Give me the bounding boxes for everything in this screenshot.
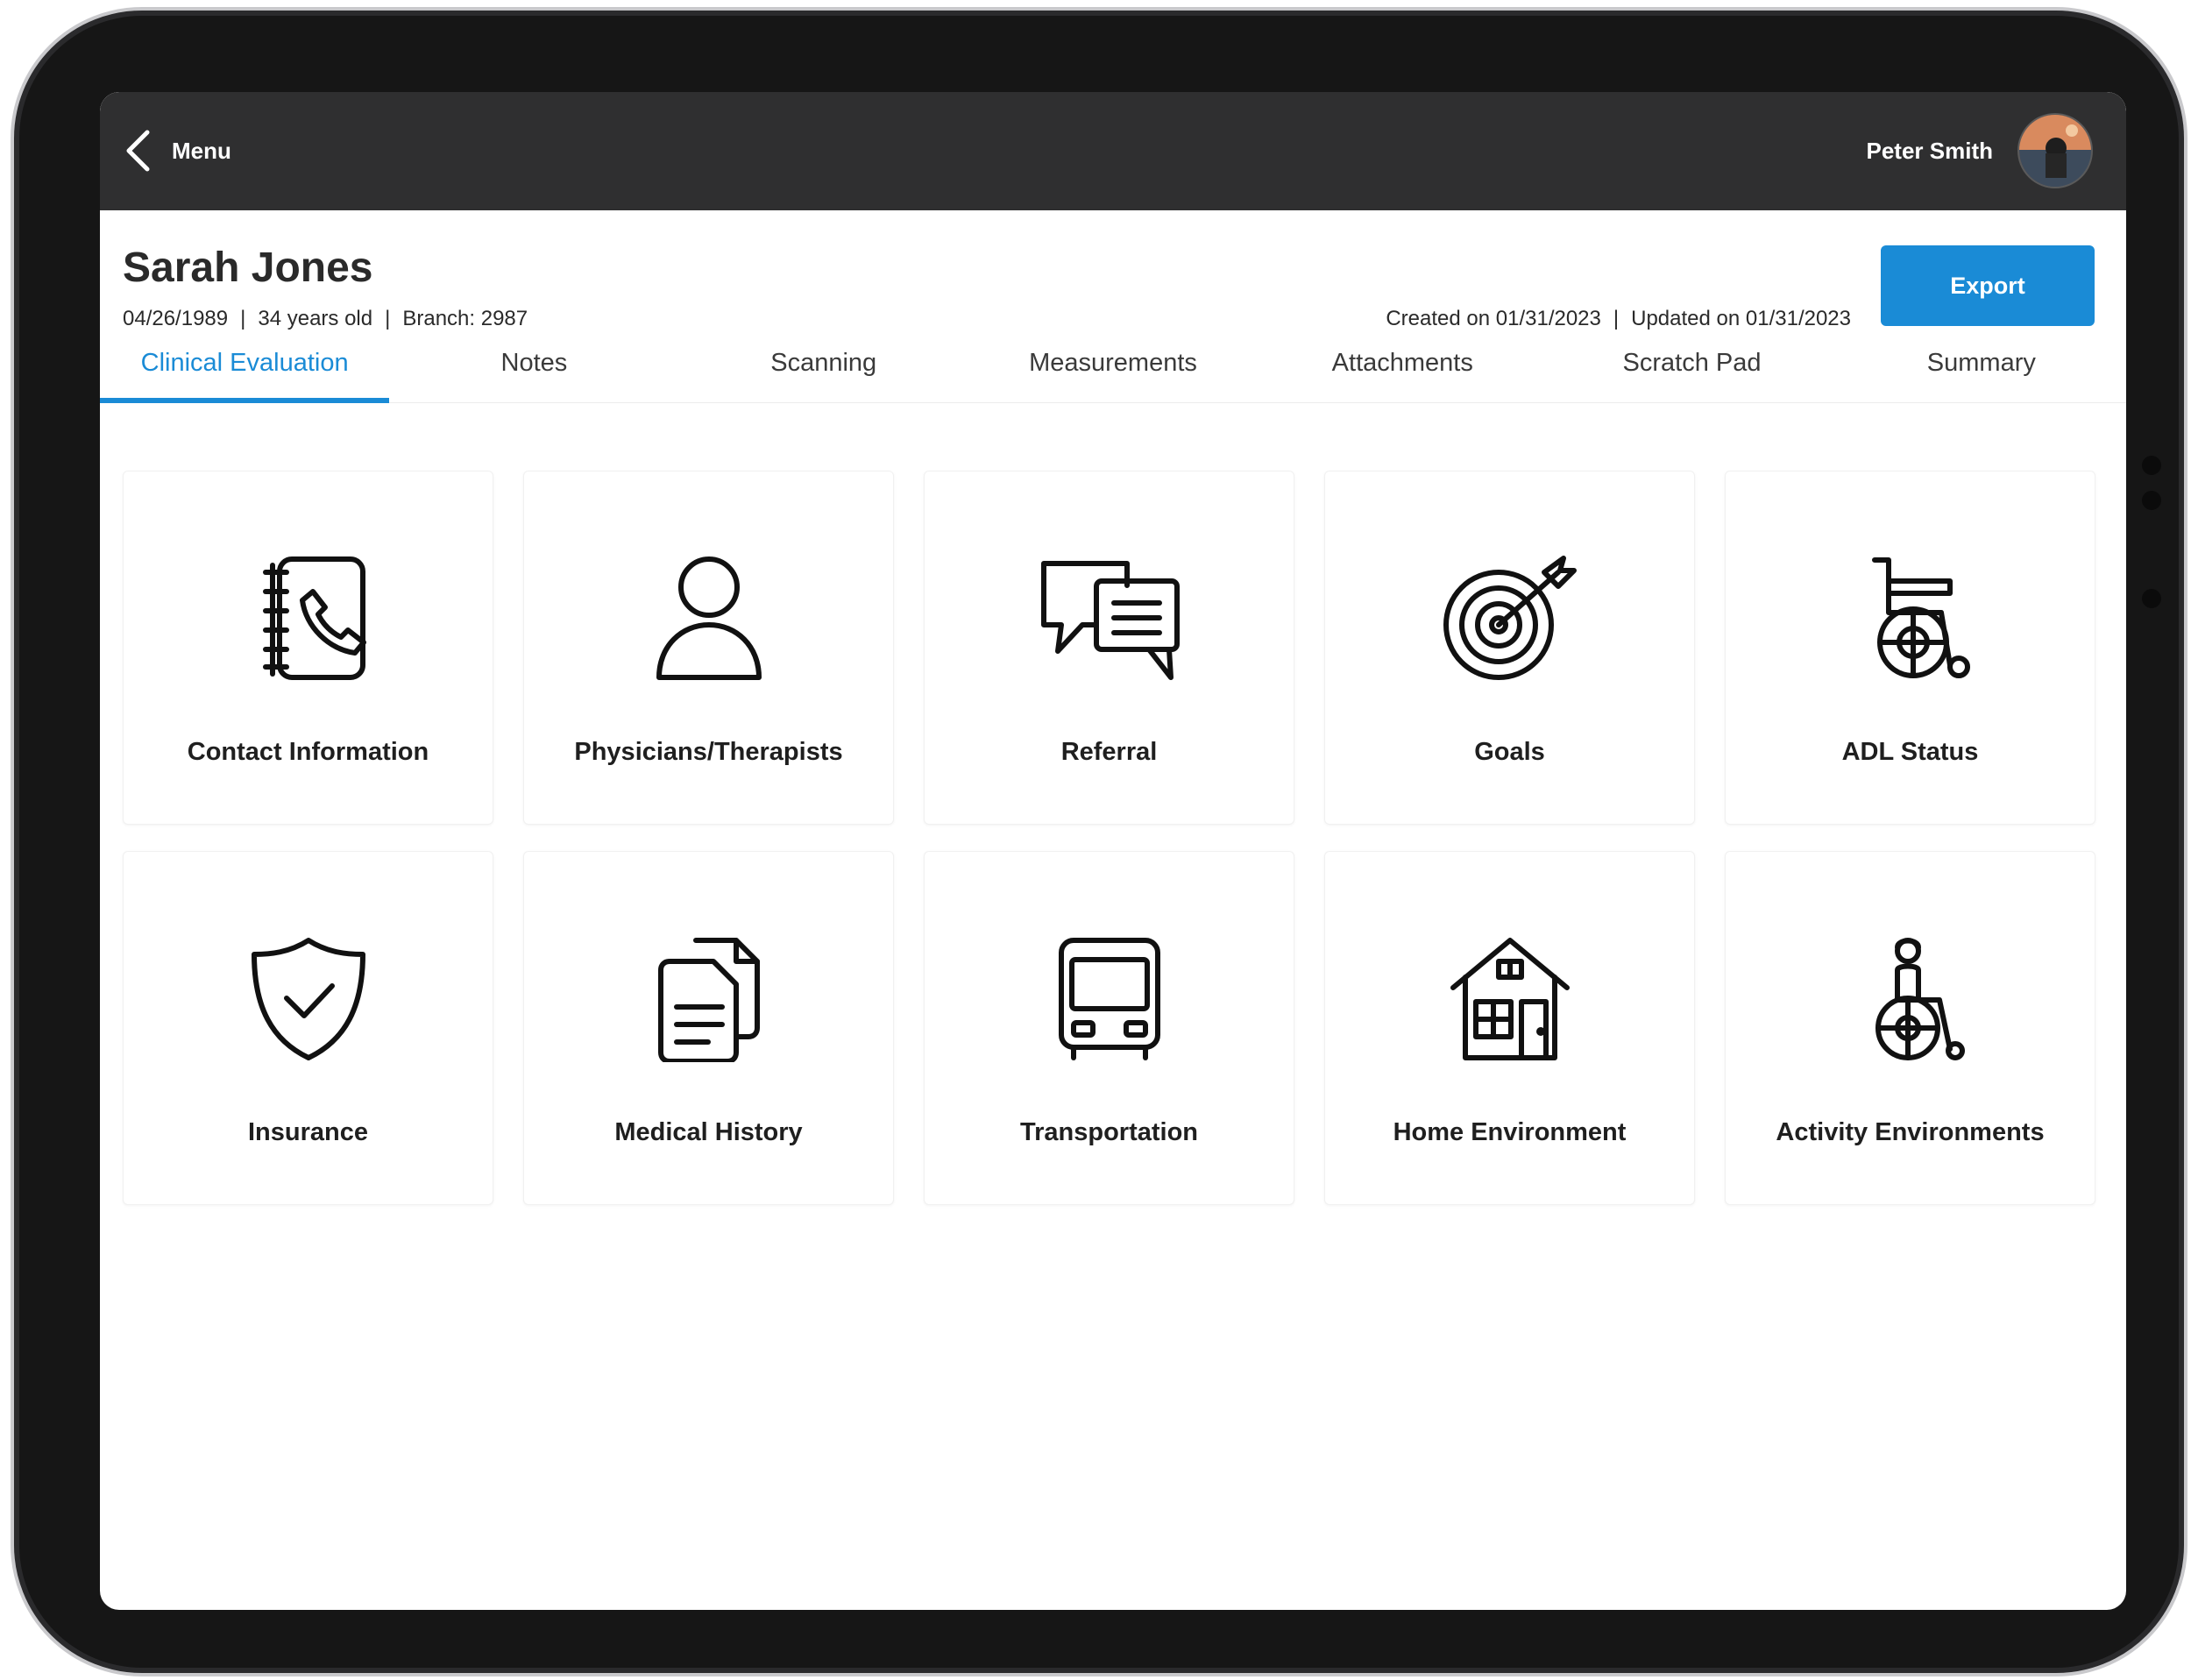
- person-icon: [630, 552, 788, 684]
- card-transportation[interactable]: Transportation: [924, 851, 1294, 1205]
- card-label: Referral: [1060, 738, 1158, 766]
- documents-icon: [630, 932, 788, 1064]
- card-label: Home Environment: [1393, 1118, 1627, 1146]
- tab-scanning[interactable]: Scanning: [679, 323, 968, 402]
- card-insurance[interactable]: Insurance: [123, 851, 493, 1205]
- patient-name: Sarah Jones: [123, 245, 373, 291]
- card-label: ADL Status: [1841, 738, 1979, 766]
- tab-measurements[interactable]: Measurements: [968, 323, 1258, 402]
- card-label: Medical History: [614, 1118, 803, 1146]
- card-activity-environments[interactable]: Activity Environments: [1725, 851, 2095, 1205]
- card-label: Contact Information: [187, 738, 429, 766]
- target-icon: [1431, 552, 1589, 684]
- app-screen: Menu Peter Smith Sarah Jones 04/26/1989 …: [100, 92, 2126, 1610]
- user-name: Peter Smith: [1866, 137, 1994, 164]
- wheelchair-icon: [1832, 552, 1989, 684]
- card-label: Insurance: [248, 1118, 368, 1146]
- shield-check-icon: [230, 932, 387, 1064]
- house-icon: [1431, 932, 1589, 1064]
- card-physicians-therapists[interactable]: Physicians/Therapists: [523, 471, 894, 825]
- card-label: Transportation: [1019, 1118, 1198, 1146]
- tablet-frame: Menu Peter Smith Sarah Jones 04/26/1989 …: [11, 7, 2187, 1676]
- bus-icon: [1031, 932, 1188, 1064]
- chevron-left-icon: [119, 122, 156, 180]
- menu-label: Menu: [172, 137, 231, 164]
- card-adl-status[interactable]: ADL Status: [1725, 471, 2095, 825]
- card-goals[interactable]: Goals: [1324, 471, 1695, 825]
- tab-notes[interactable]: Notes: [389, 323, 678, 402]
- tab-attachments[interactable]: Attachments: [1258, 323, 1547, 402]
- tab-clinical-evaluation[interactable]: Clinical Evaluation: [100, 323, 390, 403]
- evaluation-grid: Contact Information Physicians/Therapist…: [123, 471, 2095, 1205]
- card-medical-history[interactable]: Medical History: [523, 851, 894, 1205]
- chat-bubbles-icon: [1031, 552, 1188, 684]
- contact-book-icon: [230, 552, 387, 684]
- card-contact-information[interactable]: Contact Information: [123, 471, 493, 825]
- avatar[interactable]: [2017, 113, 2093, 188]
- user-profile[interactable]: Peter Smith: [1866, 113, 2093, 188]
- card-home-environment[interactable]: Home Environment: [1324, 851, 1695, 1205]
- export-button[interactable]: Export: [1881, 245, 2095, 326]
- camera-dot: [2142, 456, 2161, 475]
- tab-summary[interactable]: Summary: [1837, 323, 2126, 402]
- card-label: Physicians/Therapists: [574, 738, 843, 766]
- card-label: Goals: [1474, 738, 1545, 766]
- camera-dot: [2142, 491, 2161, 510]
- camera-dot: [2142, 589, 2161, 608]
- card-referral[interactable]: Referral: [924, 471, 1294, 825]
- back-menu-button[interactable]: Menu: [119, 122, 231, 180]
- tab-bar: Clinical Evaluation Notes Scanning Measu…: [100, 323, 2126, 403]
- tab-scratch-pad[interactable]: Scratch Pad: [1547, 323, 1836, 402]
- person-wheelchair-icon: [1832, 932, 1989, 1064]
- top-bar: Menu Peter Smith: [100, 92, 2126, 210]
- card-label: Activity Environments: [1776, 1118, 2045, 1146]
